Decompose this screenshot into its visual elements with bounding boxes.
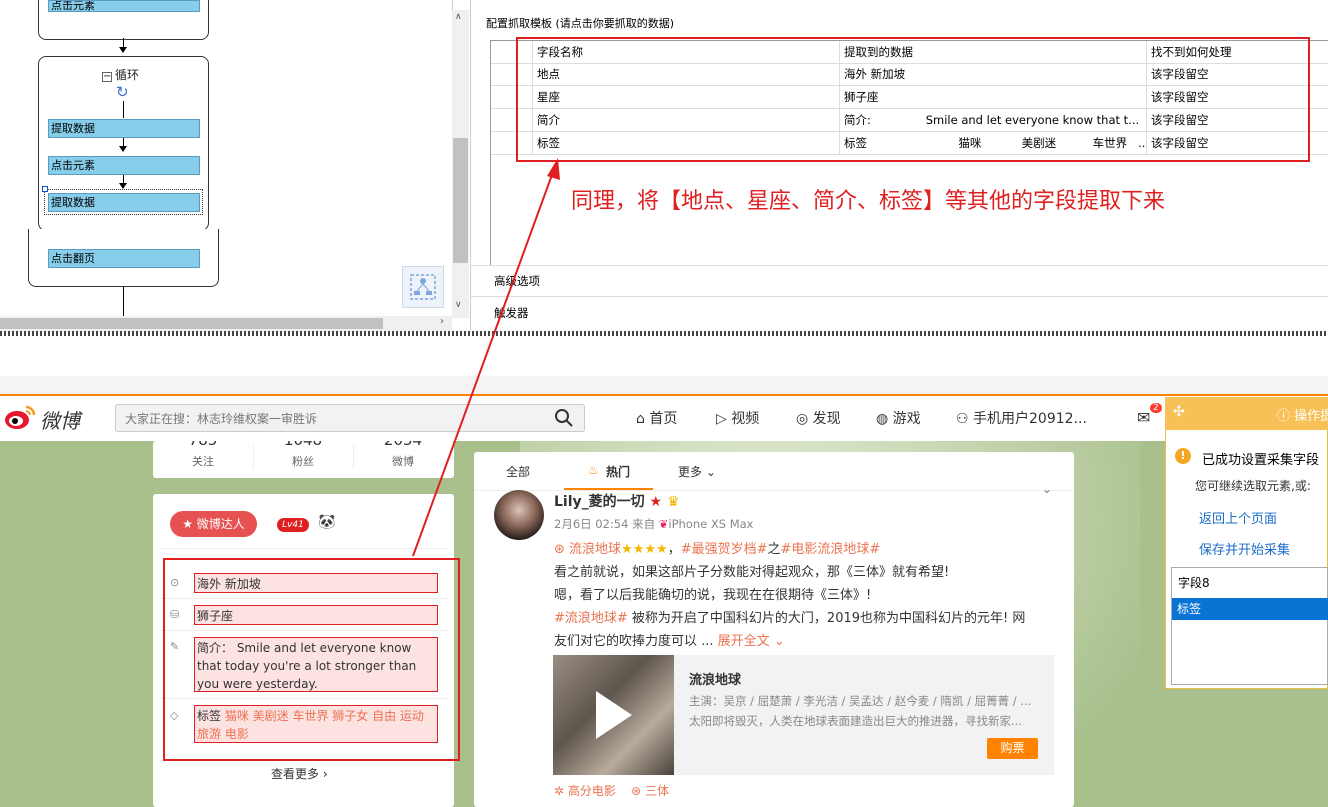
annotation-arrow	[412, 158, 560, 557]
